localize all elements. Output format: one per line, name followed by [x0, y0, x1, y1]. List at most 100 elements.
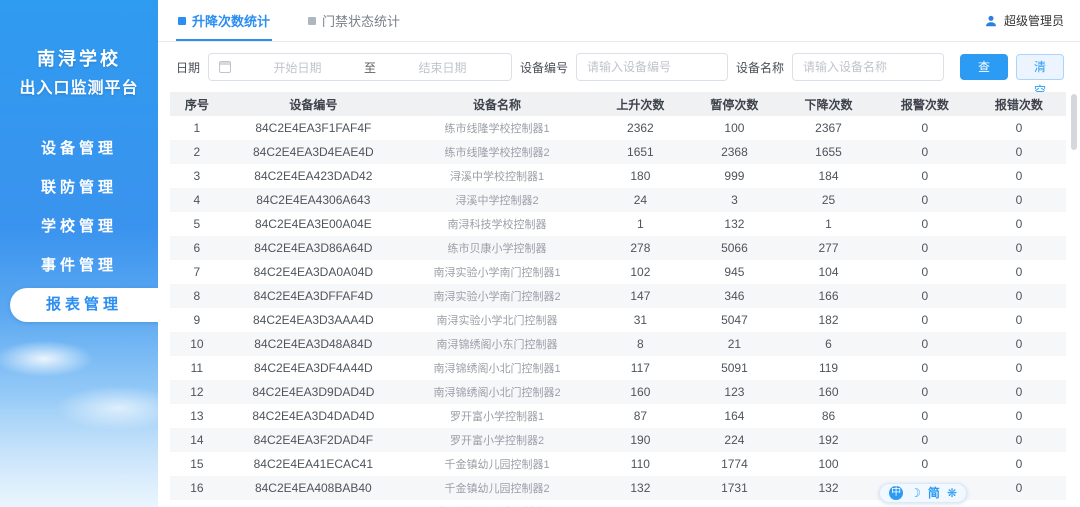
error-count: 0: [1015, 409, 1023, 423]
rise-count: 1651: [627, 145, 654, 159]
calendar-icon: [219, 61, 232, 73]
column-header: 报警次数: [877, 92, 972, 116]
row-index: 4: [193, 193, 201, 207]
user-menu[interactable]: 超级管理员: [984, 0, 1064, 41]
rise-count: 278: [630, 241, 651, 255]
search-button[interactable]: 查询: [960, 54, 1009, 98]
table-row[interactable]: 3 84C2E4EA423DAD42 浔溪中学校控制器1 180 999 184 0 0: [170, 164, 1066, 188]
pause-count: 5047: [721, 313, 748, 327]
alarm-count: 0: [921, 337, 929, 351]
table-row[interactable]: 12 84C2E4EA3D9DAD4D 南浔锦绣阁小北门控制器2 160 123 160 0…: [170, 380, 1066, 404]
error-count: 0: [1015, 193, 1023, 207]
table-row[interactable]: 10 84C2E4EA3D48A84D 南浔锦绣阁小东门控制器 8 21 6 0 0: [170, 332, 1066, 356]
table-scrollbar[interactable]: [1071, 94, 1077, 150]
table-row[interactable]: 6 84C2E4EA3D86A64D 练市贝康小学控制器 278 5066 277 0 0: [170, 236, 1066, 260]
descend-count: 160: [818, 385, 839, 399]
error-count: 0: [1015, 457, 1023, 471]
error-count: 0: [1015, 385, 1023, 399]
chinese-icon[interactable]: 中: [889, 486, 904, 500]
sidebar-item-4[interactable]: 事件管理: [0, 249, 158, 283]
row-index: 9: [193, 313, 201, 327]
device-id: 84C2E4EA3D4DAD4D: [252, 409, 375, 423]
device-name: 浔溪中学控制器2: [455, 195, 539, 207]
rise-count: 110: [630, 457, 650, 471]
table-row[interactable]: 14 84C2E4EA3F2DAD4F 罗开富小学控制器2 190 224 192 0 0: [170, 428, 1066, 452]
alarm-count: 0: [921, 265, 929, 279]
column-header: 下降次数: [779, 92, 878, 116]
row-index: 10: [190, 337, 204, 351]
device-id-label: 设备编号: [520, 60, 569, 75]
device-id: 84C2E4EA3D9DAD4D: [252, 385, 375, 399]
rise-count: 104: [591, 500, 690, 507]
filter-bar: 日期 开始日期 至 结束日期 设备编号 设备名称 查询 清空: [158, 42, 1080, 98]
device-name: 罗开富小学控制器2: [449, 435, 545, 447]
tab-1[interactable]: 升降次数统计: [176, 0, 273, 41]
device-name: 南浔实验小学北门控制器: [436, 315, 558, 327]
rise-count: 147: [630, 289, 651, 303]
alarm-count: 0: [921, 241, 929, 255]
table-row[interactable]: 4 84C2E4EA4306A643 浔溪中学控制器2 24 3 25 0 0: [170, 188, 1066, 212]
table-row[interactable]: 7 84C2E4EA3DA0A04D 南浔实验小学南门控制器1 102 945 104 0 0: [170, 260, 1066, 284]
sidebar-item-3[interactable]: 学校管理: [0, 210, 158, 244]
sidebar-item-5[interactable]: 报表管理: [10, 288, 158, 322]
end-date-placeholder: 结束日期: [418, 60, 467, 75]
start-date-placeholder: 开始日期: [273, 60, 322, 75]
device-name-input[interactable]: [792, 53, 945, 81]
simplified-icon[interactable]: 简: [928, 486, 940, 500]
device-id: 84C2E4EA3DF4A44D: [253, 361, 373, 375]
alarm-count: 0: [921, 385, 929, 399]
device-name-label: 设备名称: [736, 60, 785, 75]
device-name: 南浔锦绣阁小北门控制器2: [433, 387, 561, 399]
row-index: 12: [190, 385, 204, 399]
pause-count: 100: [724, 121, 745, 135]
descend-count: 104: [779, 500, 878, 507]
device-name: 南浔锦绣阁小东门控制器: [436, 339, 558, 351]
translate-widget[interactable]: 中 ☽ 简 ❋: [879, 483, 967, 503]
descend-count: 132: [818, 481, 839, 495]
descend-count: 119: [818, 361, 839, 375]
sidebar-menu: 设备管理联防管理学校管理事件管理报表管理: [0, 132, 158, 322]
device-name: 练市线隆学校控制器1: [444, 123, 550, 135]
table-row[interactable]: 5 84C2E4EA3E00A04E 南浔科技学校控制器 1 132 1 0 0: [170, 212, 1066, 236]
device-id: 84C2E4EA3F1FAF4F: [255, 121, 372, 135]
row-index: 17: [170, 500, 224, 507]
alarm-count: 0: [921, 457, 929, 471]
row-index: 8: [193, 289, 201, 303]
rise-count: 132: [630, 481, 651, 495]
pause-count: 132: [724, 217, 745, 231]
error-count: 0: [1015, 289, 1023, 303]
moon-icon[interactable]: ☽: [910, 486, 921, 500]
table-row[interactable]: 8 84C2E4EA3DFFAF4D 南浔实验小学南门控制器2 147 346 166 0 0: [170, 284, 1066, 308]
pause-count: 3: [731, 193, 738, 207]
device-name: 浔溪中学校控制器1: [449, 171, 545, 183]
table-row[interactable]: 1 84C2E4EA3F1FAF4F 练市线隆学校控制器1 2362 100 2367 0 0: [170, 116, 1066, 140]
clear-button[interactable]: 清空: [1016, 54, 1064, 98]
rise-count: 1: [637, 217, 644, 231]
pause-count: 5091: [721, 361, 748, 375]
table-row[interactable]: 11 84C2E4EA3DF4A44D 南浔锦绣阁小北门控制器1 117 5091 119…: [170, 356, 1066, 380]
row-index: 14: [190, 433, 204, 447]
table-row[interactable]: 15 84C2E4EA41ECAC41 千金镇幼儿园控制器1 110 1774 100 0 0: [170, 452, 1066, 476]
sidebar-item-2[interactable]: 联防管理: [0, 171, 158, 205]
descend-count: 6: [825, 337, 832, 351]
sidebar-item-1[interactable]: 设备管理: [0, 132, 158, 166]
pause-count: 945: [724, 265, 745, 279]
rise-count: 31: [633, 313, 648, 327]
date-range-input[interactable]: 开始日期 至 结束日期: [208, 53, 512, 81]
error-count: 0: [1015, 313, 1023, 327]
table-row[interactable]: 2 84C2E4EA3D4EAE4D 练市线隆学校控制器2 1651 2368 1655 0…: [170, 140, 1066, 164]
tab-bullet-icon: [308, 16, 317, 25]
device-name: 南浔科技学校控制器: [447, 219, 547, 231]
device-name: 千金镇幼儿园控制器1: [444, 459, 550, 471]
device-id-input[interactable]: [576, 53, 729, 81]
paw-icon[interactable]: ❋: [947, 486, 957, 500]
device-name: 练市贝康小学控制器: [447, 243, 547, 255]
table-row[interactable]: 13 84C2E4EA3D4DAD4D 罗开富小学控制器1 87 164 86 0 0: [170, 404, 1066, 428]
pause-count: 1731: [721, 481, 748, 495]
descend-count: 1: [825, 217, 832, 231]
tab-bar: 升降次数统计 门禁状态统计: [176, 0, 402, 41]
row-index: 16: [190, 481, 204, 495]
tab-2[interactable]: 门禁状态统计: [306, 0, 402, 41]
table-header-row: 序号 设备编号 设备名称 上升次数 暂停次数 下降次数 报警次数 报错次数: [170, 92, 1066, 116]
table-row[interactable]: 9 84C2E4EA3D3AAA4D 南浔实验小学北门控制器 31 5047 182 0 0: [170, 308, 1066, 332]
